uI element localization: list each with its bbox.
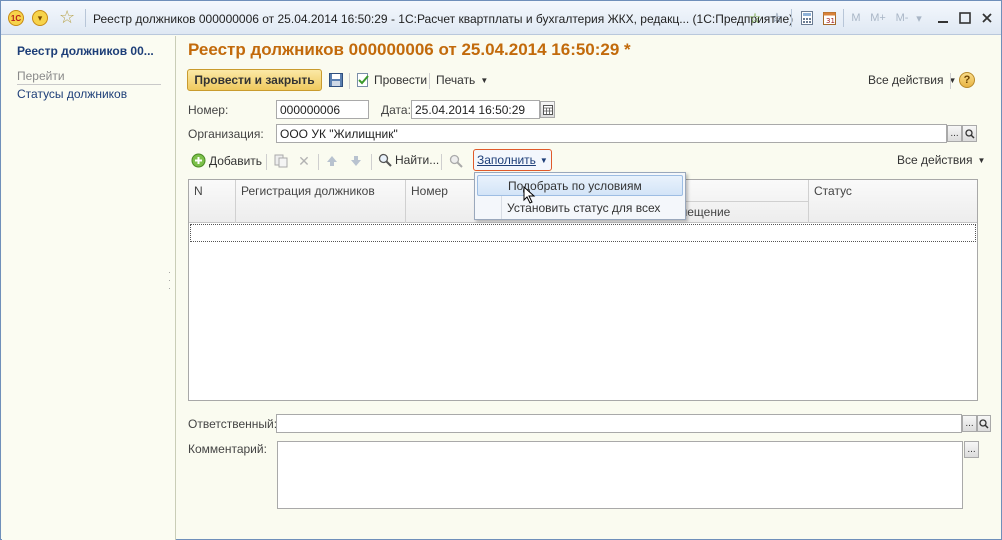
delete-icon[interactable]: ✕	[296, 153, 312, 169]
move-down-icon[interactable]	[348, 153, 364, 169]
column-header-premises[interactable]: мещение	[679, 205, 730, 219]
find-button[interactable]: Найти...	[378, 153, 439, 167]
chevron-down-icon: ▼	[977, 155, 986, 165]
copy-icon[interactable]	[273, 153, 289, 169]
document-form: Реестр должников 000000006 от 25.04.2014…	[177, 36, 1001, 540]
chevron-down-icon: ▼	[539, 155, 548, 165]
memory-m-button[interactable]: M	[849, 10, 863, 26]
table-all-actions-label: Все действия	[897, 153, 973, 167]
separator	[349, 73, 350, 89]
main-menu-icon[interactable]: ▾	[32, 10, 48, 26]
fill-dropdown-menu: Подобрать по условиям Установить статус …	[474, 172, 686, 220]
number-field[interactable]: 000000006	[276, 100, 369, 119]
window-title: Реестр должников 000000006 от 25.04.2014…	[93, 12, 794, 26]
mouse-cursor-icon	[523, 185, 537, 209]
add-icon	[191, 153, 206, 168]
maximize-icon[interactable]	[956, 9, 974, 27]
column-header-status[interactable]: Статус	[809, 180, 977, 223]
responsible-field[interactable]	[276, 414, 962, 433]
calculator-icon[interactable]	[798, 10, 816, 26]
separator	[950, 73, 951, 89]
nav-goto-heading: Перейти	[17, 69, 161, 85]
fill-label: Заполнить	[477, 153, 536, 167]
memory-minus-button[interactable]: M-	[892, 10, 912, 26]
post-document-icon	[357, 73, 369, 87]
post-label: Провести	[374, 73, 428, 87]
close-icon[interactable]	[978, 9, 996, 27]
column-header-registration[interactable]: Регистрация должников	[236, 180, 406, 223]
memory-plus-button[interactable]: M+	[868, 10, 888, 26]
nav-link-debtor-statuses[interactable]: Статусы должников	[17, 87, 127, 101]
organization-field[interactable]: ООО УК "Жилищник"	[276, 124, 947, 143]
comment-label: Комментарий:	[188, 442, 267, 456]
menu-item-set-status-for-all[interactable]: Установить статус для всех	[477, 198, 683, 219]
comment-edit-button[interactable]: ...	[964, 441, 979, 458]
fill-menu-button[interactable]: Заполнить ▼	[473, 149, 552, 171]
date-field[interactable]: 25.04.2014 16:50:29	[411, 100, 540, 119]
post-and-close-button[interactable]: Провести и закрыть	[187, 69, 322, 91]
cancel-search-icon[interactable]	[448, 153, 464, 169]
app-window: 1С ▾ ☆ Реестр должников 000000006 от 25.…	[0, 0, 1002, 540]
more-arrow-icon[interactable]: ▾	[914, 10, 924, 26]
nav-panel-title: Реестр должников 00...	[17, 44, 154, 58]
organization-open-icon[interactable]	[962, 125, 977, 142]
find-label: Найти...	[395, 153, 440, 167]
add-favorite-star-icon[interactable]: ☆	[746, 10, 764, 26]
page-title: Реестр должников 000000006 от 25.04.2014…	[188, 40, 631, 59]
add-label: Добавить	[209, 153, 263, 168]
add-row-button[interactable]: Добавить	[191, 153, 262, 168]
save-icon[interactable]	[328, 72, 344, 88]
separator	[441, 154, 442, 170]
column-header-n[interactable]: N	[189, 180, 236, 223]
table-all-actions-button[interactable]: Все действия ▼	[897, 153, 985, 167]
help-icon[interactable]: ?	[959, 72, 975, 88]
minimize-icon[interactable]	[934, 9, 952, 27]
favorite-star-icon[interactable]: ☆	[59, 7, 75, 28]
print-label: Печать	[436, 73, 476, 87]
history-icon[interactable]: ☆	[768, 10, 786, 26]
resize-grip-icon[interactable]: · · ·	[168, 268, 171, 293]
post-button[interactable]: Провести	[356, 73, 427, 87]
responsible-choose-button[interactable]: ...	[962, 415, 977, 432]
move-up-icon[interactable]	[324, 153, 340, 169]
chevron-down-icon: ▼	[480, 75, 489, 85]
separator	[266, 154, 267, 170]
menu-item-select-by-conditions[interactable]: Подобрать по условиям	[477, 175, 683, 196]
responsible-open-icon[interactable]	[977, 415, 991, 432]
separator	[843, 9, 844, 27]
table-row-selected[interactable]	[190, 224, 976, 242]
1c-logo-icon[interactable]: 1С	[8, 10, 24, 26]
number-label: Номер:	[188, 103, 229, 117]
separator	[371, 154, 372, 170]
all-actions-button[interactable]: Все действия ▼	[868, 73, 956, 87]
svg-text:31: 31	[826, 17, 835, 25]
print-menu-button[interactable]: Печать ▼	[436, 73, 488, 87]
organization-choose-button[interactable]: ...	[947, 125, 962, 142]
navigation-panel: Реестр должников 00... Перейти Статусы д…	[2, 36, 176, 540]
title-bar: 1С ▾ ☆ Реестр должников 000000006 от 25.…	[1, 1, 1001, 35]
organization-label: Организация:	[188, 127, 264, 141]
separator	[85, 9, 86, 27]
separator	[429, 73, 430, 89]
calendar-icon[interactable]: 31	[820, 10, 838, 26]
all-actions-label: Все действия	[868, 73, 944, 87]
responsible-label: Ответственный:	[188, 417, 278, 431]
separator	[791, 9, 792, 27]
date-label: Дата:	[381, 103, 411, 117]
separator	[318, 154, 319, 170]
search-icon	[378, 153, 392, 167]
calendar-picker-icon[interactable]	[540, 101, 555, 118]
comment-textarea[interactable]	[277, 441, 963, 509]
